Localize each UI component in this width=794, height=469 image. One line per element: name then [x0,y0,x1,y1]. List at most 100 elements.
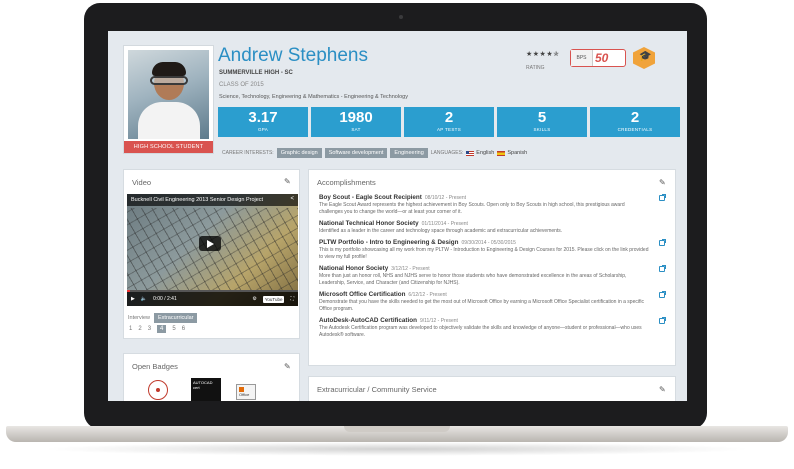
interests-row: CAREER INTERESTS: Graphic design Softwar… [222,148,527,158]
accomplishment-date: 01/11/2014 - Present [421,221,468,227]
page-3[interactable]: 3 [148,326,151,332]
accomplishment-date: 08/10/12 - Present [424,195,467,201]
tab-extracurricular[interactable]: Extracurricular [154,313,198,323]
page-1[interactable]: 1 [129,326,132,332]
video-panel-title: Video [132,178,152,187]
accomplishment-description: The Eagle Scout Award represents the hig… [319,202,625,215]
external-link-icon[interactable] [659,317,666,324]
stat-value: 1980 [339,109,373,126]
rating-label: RATING [526,65,545,71]
autocad-badge-text: AUTOCAD cert [193,380,213,390]
atom-badge-icon[interactable] [148,380,168,400]
stat-label: CREDENTIALS [617,127,653,132]
video-player[interactable]: Bucknell Civil Engineering 2013 Senior D… [127,194,298,306]
accomplishment-description: The Autodesk Certification program was d… [319,325,642,338]
language-english: English [466,150,494,156]
graduation-cap-badge-icon[interactable]: 🎓 [633,47,655,69]
play-icon[interactable]: ▶ [131,296,135,302]
tab-interview[interactable]: Interview [128,315,150,321]
stat-skills: 5 SKILLS [497,107,587,137]
external-link-icon[interactable] [659,265,666,272]
autocad-badge[interactable]: AUTOCAD cert [191,378,221,401]
extracurricular-title: Extracurricular / Community Service [317,385,437,394]
accomplishment-name: Boy Scout - Eagle Scout Recipient [319,194,422,201]
stat-credentials: 2 CREDENTIALS [590,107,680,137]
office-badge-text: Office [239,392,250,397]
video-controls: ▶ 🔈 0:00 / 2:41 ⚙ YouTube ⛶ [127,292,298,306]
accomplishment-name: National Technical Honor Society [319,220,419,227]
us-flag-icon [466,150,475,156]
play-button[interactable] [199,236,221,251]
edit-pencil-icon[interactable]: ✎ [284,177,291,186]
stat-sat: 1980 SAT [311,107,401,137]
accomplishments-panel: Accomplishments ✎ Boy Scout - Eagle Scou… [308,169,676,366]
accomplishments-title: Accomplishments [317,178,376,187]
interest-chip-software-development[interactable]: Software development [324,148,388,158]
list-item: AutoDesk-AutoCAD Certification 9/11/12 - … [319,317,666,339]
class-year: CLASS OF 2015 [219,82,264,88]
video-tabs: Interview Extracurricular [128,313,198,323]
language-label: Spanish [507,150,528,156]
accomplishment-title: Microsoft Office Certification 6/12/12 - … [319,291,665,298]
accomplishment-description: Demonstrate that you have the skills nee… [319,299,644,312]
rating-stars: ★★★★✯ [526,51,560,58]
stat-value: 2 [630,109,640,126]
score-badge[interactable]: BPS 50 [570,49,626,67]
open-badges-title: Open Badges [132,362,178,371]
open-badges-panel: Open Badges ✎ AUTOCAD cert Office [123,353,300,401]
accomplishment-title: Boy Scout - Eagle Scout Recipient 08/10/1… [319,194,665,201]
interest-chip-engineering[interactable]: Engineering [390,148,428,158]
list-item: PLTW Portfolio - Intro to Engineering & … [319,239,666,261]
youtube-logo[interactable]: YouTube [262,295,285,303]
school-name: SUMMERVILLE HIGH - SC [219,70,293,76]
accomplishment-date: 3/12/12 - Present [391,266,430,272]
stat-label: SAT [351,127,361,132]
external-link-icon[interactable] [659,291,666,298]
video-time: 0:00 / 2:41 [153,296,177,302]
page-6[interactable]: 6 [182,326,185,332]
accomplishment-name: PLTW Portfolio - Intro to Engineering & … [319,239,459,246]
stat-gpa: 3.17 GPA [218,107,308,137]
laptop-shadow [40,442,754,456]
extracurricular-panel: Extracurricular / Community Service ✎ [308,376,676,401]
page-4-current[interactable]: 4 [157,325,167,333]
edit-pencil-icon[interactable]: ✎ [659,385,666,394]
photo-goggles [150,76,188,85]
screen: HIGH SCHOOL STUDENT Andrew Stephens SUMM… [108,31,687,401]
video-title[interactable]: Bucknell Civil Engineering 2013 Senior D… [127,194,298,206]
interest-chip-graphic-design[interactable]: Graphic design [276,148,322,158]
language-spanish: Spanish [497,150,527,156]
external-link-icon[interactable] [659,239,666,246]
language-label: English [476,150,495,156]
accomplishment-date: 9/11/12 - Present [419,318,458,324]
stats-row: 3.17 GPA 1980 SAT 2 AP TESTS 5 SKILLS 2 … [218,107,680,137]
profile-photo [128,50,209,139]
stat-value: 3.17 [248,109,278,126]
accomplishment-name: Microsoft Office Certification [319,291,406,298]
list-item: National Technical Honor Society 01/11/20… [319,220,665,235]
page-2[interactable]: 2 [138,326,141,332]
photo-shirt [138,102,200,139]
edit-pencil-icon[interactable]: ✎ [659,178,666,187]
office-badge[interactable]: Office [236,384,256,400]
settings-gear-icon[interactable]: ⚙ [252,296,256,302]
volume-icon[interactable]: 🔈 [141,296,147,302]
list-item: National Honor Society 3/12/12 - Present … [319,265,666,287]
accomplishment-name: National Honor Society [319,265,389,272]
accomplishment-date: 6/12/12 - Present [408,292,447,298]
camera-icon [399,15,403,19]
photo-hair [152,62,186,76]
spain-flag-icon [497,150,506,156]
stat-label: SKILLS [533,127,551,132]
external-link-icon[interactable] [659,194,666,201]
career-interests-label: CAREER INTERESTS: [222,150,274,156]
stat-ap-tests: 2 AP TESTS [404,107,494,137]
accomplishment-date: 09/30/2014 - 05/30/2015 [461,240,516,246]
score-badge-number: 50 [595,51,609,65]
page-5[interactable]: 5 [172,326,175,332]
share-icon[interactable]: < [290,196,294,202]
edit-pencil-icon[interactable]: ✎ [284,362,291,371]
fullscreen-icon[interactable]: ⛶ [290,296,294,302]
career-pathway: Science, Technology, Engineering & Mathe… [219,94,408,100]
graduation-cap-icon: 🎓 [639,51,652,62]
